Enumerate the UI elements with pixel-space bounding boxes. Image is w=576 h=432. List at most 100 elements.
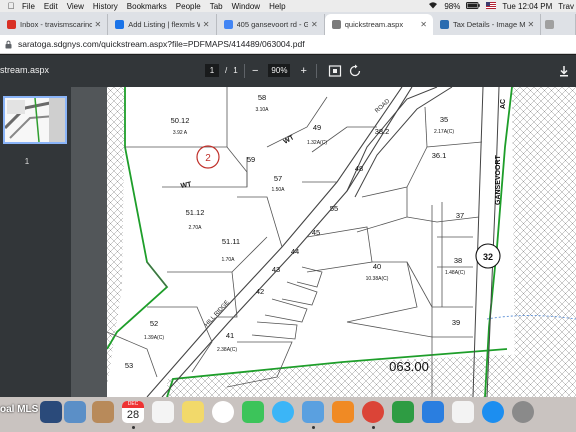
notes-icon[interactable] — [152, 401, 174, 423]
rotate-icon[interactable] — [348, 64, 362, 78]
page-thumbnail[interactable] — [3, 96, 67, 144]
hatched-area-southwest — [167, 362, 343, 397]
dock: oal MLS DEC 28 — [0, 397, 576, 432]
section-number: 063.00 — [389, 359, 429, 374]
toolbar-divider — [316, 64, 317, 78]
music-icon[interactable] — [452, 401, 474, 423]
tab-label: Tax Details - Image Mate C — [452, 20, 525, 29]
apple-menu-icon[interactable]:  — [0, 1, 22, 11]
address-bar[interactable]: saratoga.sdgnys.com/quickstream.aspx?fil… — [0, 35, 576, 54]
parcel-51-11-acreage: 1.70A — [221, 257, 235, 263]
thumbnail-page-number: 1 — [24, 157, 30, 166]
parcel-35-number: 35 — [440, 115, 448, 124]
facetime-icon[interactable] — [242, 401, 264, 423]
books-icon[interactable] — [332, 401, 354, 423]
wifi-icon[interactable] — [428, 1, 438, 11]
road-edge — [346, 87, 438, 192]
zoom-in-button[interactable]: + — [300, 65, 306, 77]
tax-map-page: 58 3.10A 50.12 3.92 A 49 1.32A(C) 38.2 3… — [107, 87, 576, 397]
zoom-controls: − 90% + — [252, 64, 307, 77]
parcel-51-12-acreage: 2.70A — [188, 225, 202, 231]
route-marker: 32 — [483, 252, 493, 262]
tab-quickstream[interactable]: quickstream.aspx ✕ — [324, 14, 433, 35]
flag-icon[interactable] — [486, 1, 497, 11]
parcel-lines — [107, 87, 483, 397]
page-separator: / — [225, 66, 228, 75]
parcel-35-acreage: 2.17A(C) — [434, 129, 454, 135]
tab-google-search[interactable]: 405 gansevoort rd - Googl ✕ — [217, 14, 325, 35]
reminders-icon[interactable] — [182, 401, 204, 423]
dock-app-label: oal MLS — [0, 404, 39, 415]
close-tab-icon[interactable]: ✕ — [528, 20, 535, 29]
close-tab-icon[interactable]: ✕ — [420, 20, 427, 29]
close-tab-icon[interactable]: ✕ — [95, 20, 102, 29]
close-tab-icon[interactable]: ✕ — [311, 20, 318, 29]
menu-item-help[interactable]: Help — [269, 2, 285, 11]
app-store-icon[interactable] — [482, 401, 504, 423]
menu-item-bookmarks[interactable]: Bookmarks — [127, 2, 167, 11]
parcel-48-number: 48 — [355, 164, 363, 173]
parcel-44-number: 44 — [291, 247, 299, 256]
parcel-53-number: 53 — [125, 361, 133, 370]
calendar-icon[interactable]: DEC 28 — [122, 401, 144, 423]
parcel-43-number: 43 — [272, 265, 280, 274]
parcel-52-acreage: 1.39A(C) — [144, 335, 164, 341]
tax-map: 58 3.10A 50.12 3.92 A 49 1.32A(C) 38.2 3… — [107, 87, 576, 397]
calendar-month: DEC — [122, 401, 144, 408]
menu-item-people[interactable]: People — [176, 2, 201, 11]
menu-item-window[interactable]: Window — [232, 2, 260, 11]
pdf-toolbar: stream.aspx 1 / 1 − 90% + — [0, 55, 576, 87]
thumbnail-sidebar: 1 — [0, 87, 71, 397]
menu-item-view[interactable]: View — [67, 2, 84, 11]
running-indicator — [372, 426, 375, 429]
document-icon — [331, 20, 341, 29]
chrome-icon[interactable] — [362, 401, 384, 423]
tab-inbox[interactable]: Inbox - travismscarincio@ ✕ — [0, 14, 109, 35]
pdf-viewer[interactable]: 1 58 3.10A 50.12 3.92 A 49 1.32A(C) 38.2… — [0, 87, 576, 397]
parcel-51-11-number: 51.11 — [222, 237, 240, 246]
preview-app-icon[interactable] — [302, 401, 324, 423]
keynote-icon[interactable] — [422, 401, 444, 423]
zoom-out-button[interactable]: − — [252, 65, 258, 77]
tab-tax-details[interactable]: Tax Details - Image Mate C ✕ — [433, 14, 542, 35]
mls-app-icon[interactable] — [40, 401, 62, 423]
menu-item-edit[interactable]: Edit — [44, 2, 58, 11]
numbers-icon[interactable] — [392, 401, 414, 423]
url-text[interactable]: saratoga.sdgnys.com/quickstream.aspx?fil… — [18, 39, 305, 49]
parcel-38-acreage: 1.48A(C) — [445, 270, 465, 276]
parcel-52-number: 52 — [150, 319, 158, 328]
close-tab-icon[interactable]: ✕ — [203, 20, 210, 29]
parcel-50-12-acreage: 3.92 A — [173, 130, 188, 136]
page-number-input[interactable]: 1 — [205, 64, 219, 77]
photos-icon[interactable] — [212, 401, 234, 423]
download-icon[interactable] — [557, 64, 571, 78]
parcel-41-acreage: 2.38A(C) — [217, 347, 237, 353]
fit-page-icon[interactable] — [328, 64, 342, 78]
running-indicator — [312, 426, 315, 429]
page-total: 1 — [233, 66, 238, 75]
menu-item-file[interactable]: File — [22, 2, 35, 11]
tab-add-listing[interactable]: Add Listing | flexmls Web ✕ — [108, 14, 217, 35]
user-name[interactable]: Trav — [558, 2, 574, 11]
preview-icon[interactable] — [64, 401, 86, 423]
clock[interactable]: Tue 12:04 PM — [502, 2, 552, 11]
tab-label: quickstream.aspx — [344, 20, 404, 29]
tab-label: Add Listing | flexmls Web — [128, 20, 200, 29]
zoom-level-input[interactable]: 90% — [268, 64, 291, 77]
battery-icon[interactable] — [466, 1, 481, 11]
parcel-38-2-number: 38.2 — [375, 127, 390, 136]
hatched-area-west — [107, 87, 125, 387]
messages-icon[interactable] — [272, 401, 294, 423]
battery-percent: 98% — [444, 1, 461, 11]
google-icon — [223, 20, 233, 29]
menu-bar:  File Edit View History Bookmarks Peopl… — [0, 0, 576, 12]
parcel-59-number: 59 — [247, 155, 255, 164]
system-preferences-icon[interactable] — [512, 401, 534, 423]
menu-item-history[interactable]: History — [93, 2, 118, 11]
page-indicator: 1 / 1 — [205, 64, 238, 77]
lock-icon[interactable] — [4, 40, 13, 49]
tab-overflow[interactable] — [541, 14, 576, 35]
page-icon — [545, 20, 555, 29]
contacts-icon[interactable] — [92, 401, 114, 423]
menu-item-tab[interactable]: Tab — [210, 2, 223, 11]
